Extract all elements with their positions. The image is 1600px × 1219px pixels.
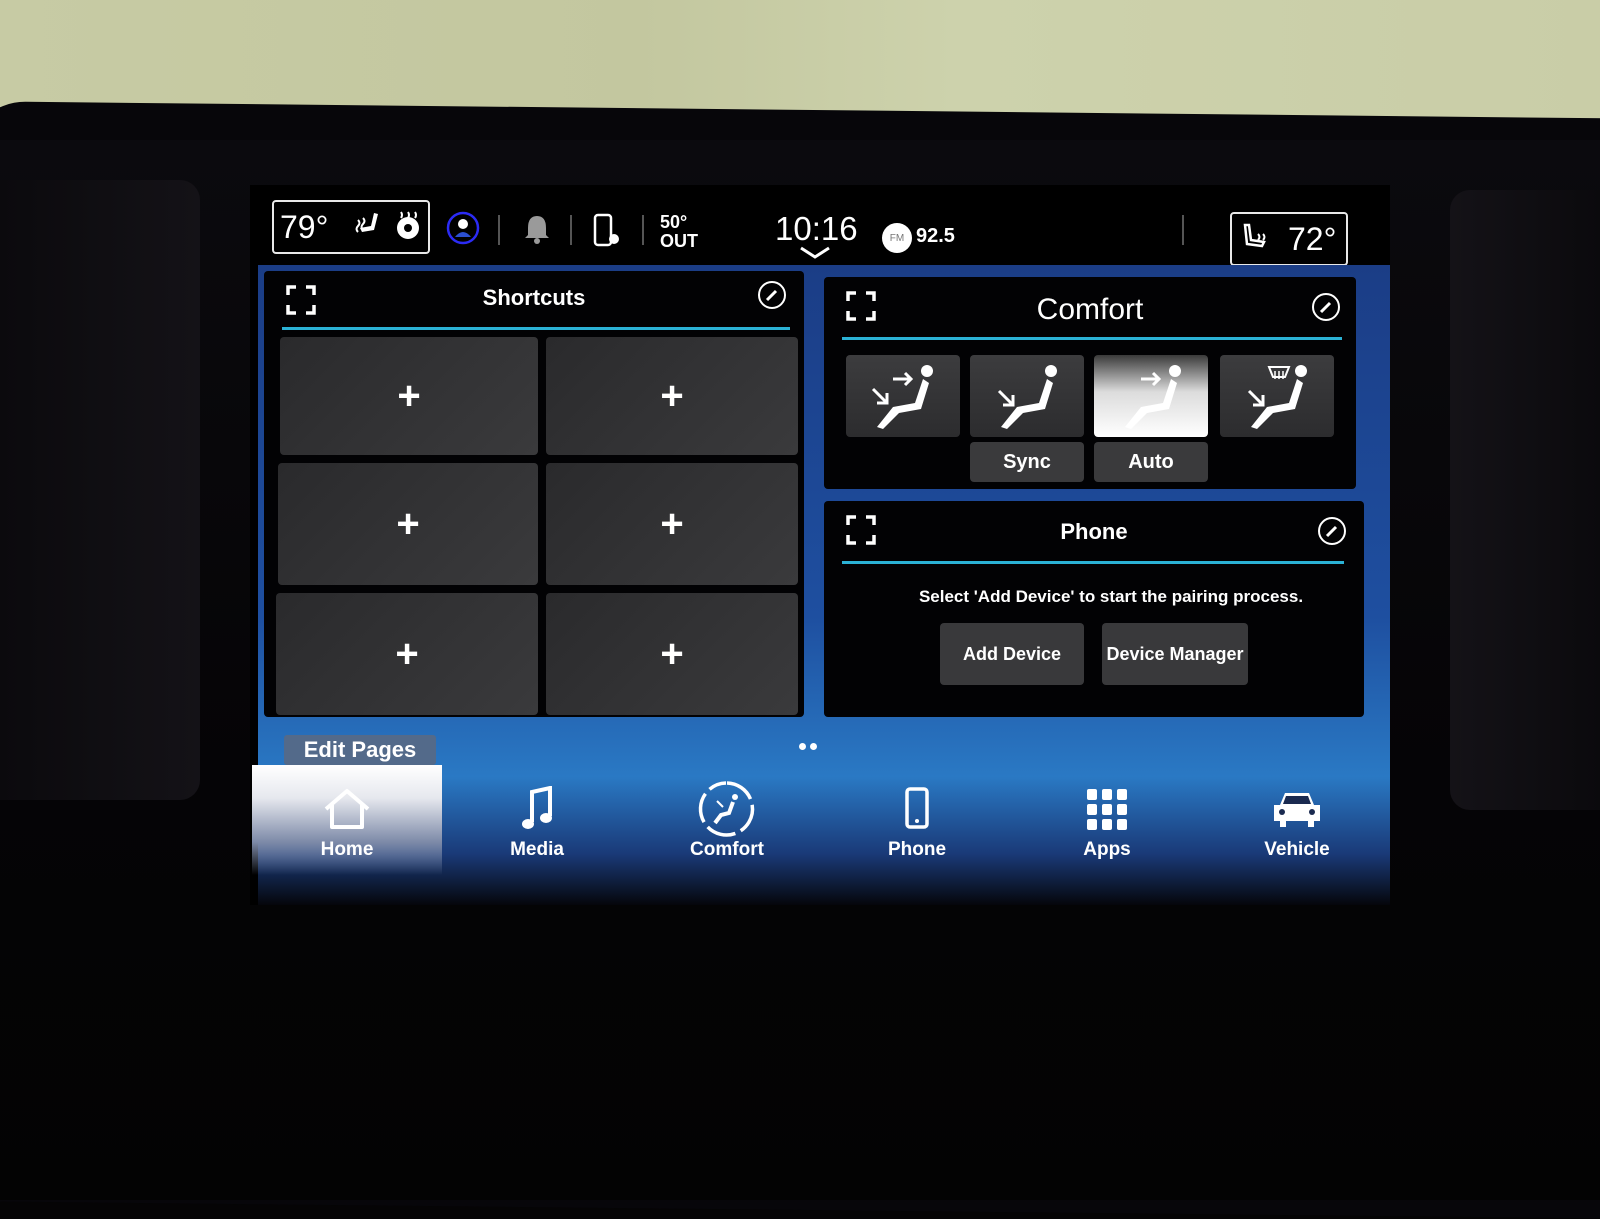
sync-button[interactable]: Sync (970, 442, 1084, 482)
seat-airflow-face-feet-icon (871, 365, 933, 429)
seat-airflow-face-feet-button[interactable] (846, 355, 960, 437)
shortcut-tile-add[interactable]: + (546, 337, 798, 455)
nav-label: Media (510, 839, 564, 860)
outside-temperature: 50° OUT (660, 213, 698, 251)
panel-divider (842, 561, 1344, 564)
auto-button[interactable]: Auto (1094, 442, 1208, 482)
left-vent (0, 180, 200, 800)
shortcut-tile-add[interactable]: + (278, 463, 538, 585)
pairing-message: Select 'Add Device' to start the pairing… (918, 587, 1304, 606)
shortcut-tile-add[interactable]: + (546, 593, 798, 715)
seat-airflow-face-button[interactable] (1094, 355, 1208, 437)
phone-panel: Phone Select 'Add Device' to start the p… (824, 501, 1364, 717)
shortcuts-panel: Shortcuts + + + + + + (264, 271, 804, 717)
home-icon (322, 785, 372, 833)
divider (642, 215, 644, 245)
shortcut-tile-add[interactable]: + (276, 593, 538, 715)
notification-bell-icon[interactable] (522, 213, 552, 245)
radio-band-badge[interactable]: FM (882, 223, 912, 253)
nav-comfort[interactable]: Comfort (632, 765, 822, 875)
nav-vehicle[interactable]: Vehicle (1202, 765, 1392, 875)
add-device-button[interactable]: Add Device (940, 623, 1084, 685)
time-dropdown-chevron-icon[interactable] (798, 245, 832, 266)
divider (1182, 215, 1184, 245)
nav-label: Home (320, 839, 374, 860)
page-indicator (799, 743, 817, 750)
heated-steering-wheel-icon[interactable] (394, 210, 422, 245)
nav-apps[interactable]: Apps (1012, 765, 1202, 875)
comfort-seat-icon (697, 781, 757, 837)
music-note-icon (520, 785, 554, 833)
infotainment-screen: 79° 50° OUT 10:16 FM 92.5 72° Shortcuts … (250, 185, 1390, 905)
edit-icon[interactable] (1318, 517, 1346, 545)
driver-profile-icon[interactable] (446, 211, 480, 245)
radio-frequency[interactable]: 92.5 (916, 225, 955, 248)
driver-temp: 79° (280, 208, 329, 245)
seat-airflow-feet-icon (997, 365, 1057, 429)
nav-label: Vehicle (1264, 839, 1330, 860)
edit-pages-button[interactable]: Edit Pages (284, 735, 436, 765)
outside-temp-value: 50° (660, 212, 688, 232)
right-vent (1450, 190, 1600, 810)
heated-seat-icon[interactable] (354, 210, 386, 245)
edit-icon[interactable] (758, 281, 786, 309)
panel-title: Shortcuts (482, 285, 586, 310)
phone-icon (904, 785, 930, 833)
seat-airflow-defrost-feet-icon (1247, 365, 1307, 429)
passenger-temp: 72° (1288, 220, 1337, 257)
nav-phone[interactable]: Phone (822, 765, 1012, 875)
vehicle-icon (1270, 785, 1324, 833)
panel-divider (282, 327, 790, 330)
outside-temp-label: OUT (660, 231, 698, 251)
panel-title: Comfort (1036, 293, 1144, 326)
nav-label: Comfort (690, 839, 764, 860)
seat-airflow-face-icon (1125, 365, 1181, 429)
home-page: Shortcuts + + + + + + Comfort Sync Auto … (252, 265, 1390, 905)
nav-home[interactable]: Home (252, 765, 442, 875)
device-manager-button[interactable]: Device Manager (1102, 623, 1248, 685)
divider (570, 215, 572, 245)
comfort-panel: Comfort Sync Auto (824, 277, 1356, 489)
passenger-heated-seat-icon[interactable] (1240, 222, 1272, 257)
seat-airflow-feet-button[interactable] (970, 355, 1084, 437)
bottom-nav: Home Media Comfort Phone Apps Vehicle (252, 765, 1390, 905)
shortcut-tile-add[interactable]: + (546, 463, 798, 585)
divider (498, 215, 500, 245)
edit-icon[interactable] (1312, 293, 1340, 321)
nav-label: Apps (1083, 839, 1131, 860)
nav-media[interactable]: Media (442, 765, 632, 875)
status-bar: 79° 50° OUT 10:16 FM 92.5 72° (250, 185, 1390, 273)
clock[interactable]: 10:16 (775, 210, 858, 248)
panel-title: Phone (1060, 519, 1128, 544)
driver-climate-button[interactable]: 79° (272, 200, 430, 254)
nav-label: Phone (887, 839, 947, 860)
passenger-climate-button[interactable]: 72° (1230, 212, 1348, 266)
apps-grid-icon (1085, 785, 1129, 833)
page-dot[interactable] (799, 743, 806, 750)
panel-divider (842, 337, 1342, 340)
seat-airflow-defrost-feet-button[interactable] (1220, 355, 1334, 437)
page-dot[interactable] (810, 743, 817, 750)
shortcut-tile-add[interactable]: + (280, 337, 538, 455)
phone-settings-icon[interactable] (592, 213, 622, 249)
